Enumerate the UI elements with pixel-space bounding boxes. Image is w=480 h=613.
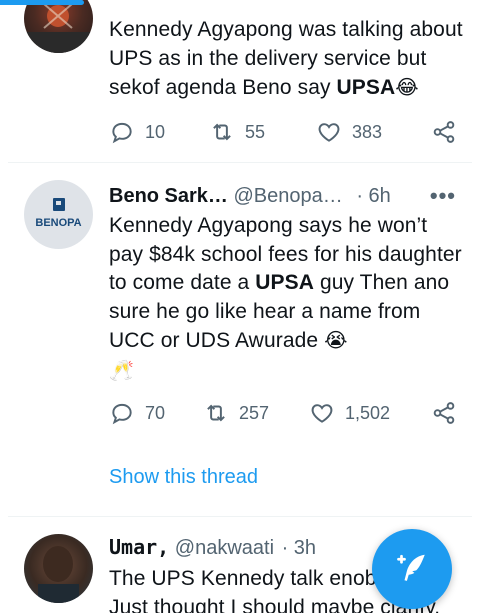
timestamp[interactable]: · 3h bbox=[282, 537, 316, 559]
timestamp[interactable]: · 6h bbox=[356, 185, 390, 207]
tweet-text: Kennedy Agyapong was talking about UPS a… bbox=[109, 18, 463, 99]
reply-icon bbox=[112, 403, 132, 425]
like-icon bbox=[318, 123, 340, 142]
compose-icon bbox=[397, 554, 425, 581]
compose-tweet-button[interactable] bbox=[372, 529, 452, 609]
share-button[interactable] bbox=[431, 398, 467, 428]
more-button[interactable]: ••• bbox=[430, 183, 456, 209]
retweet-icon bbox=[213, 123, 231, 141]
benopa-logo: BENOPA bbox=[35, 198, 82, 229]
tweet-header: Beno Sark… @Benopa… · 6h bbox=[109, 183, 465, 209]
avatar-image bbox=[38, 546, 79, 603]
avatar[interactable] bbox=[24, 0, 93, 53]
like-icon bbox=[311, 404, 333, 423]
like-count: 383 bbox=[352, 122, 383, 142]
retweet-button[interactable]: 257 bbox=[203, 398, 269, 428]
reply-button[interactable]: 70 bbox=[109, 398, 165, 428]
like-count: 1,502 bbox=[345, 403, 391, 423]
avatar[interactable] bbox=[24, 534, 93, 603]
display-name[interactable]: Beno Sark… bbox=[109, 185, 228, 207]
like-button[interactable]: 1,502 bbox=[309, 398, 390, 428]
retweet-count: 257 bbox=[239, 403, 270, 423]
reply-icon bbox=[112, 122, 132, 144]
avatar-image bbox=[24, 3, 93, 53]
user-handle[interactable]: @Benopa… bbox=[234, 185, 343, 207]
tweet-2[interactable]: BENOPA Beno Sark… @Benopa… · 6h ••• Kenn… bbox=[0, 163, 480, 516]
tweet-1[interactable]: Kennedy Agyapong was talking about UPS a… bbox=[0, 0, 480, 162]
display-name[interactable]: Umar, bbox=[109, 535, 169, 559]
svg-text:BENOPA: BENOPA bbox=[35, 217, 81, 229]
reply-count: 70 bbox=[145, 403, 166, 423]
retweet-count: 55 bbox=[245, 122, 266, 142]
retweet-button[interactable]: 55 bbox=[209, 117, 265, 147]
reply-button[interactable]: 10 bbox=[109, 117, 165, 147]
reply-count: 10 bbox=[145, 122, 166, 142]
show-thread-link[interactable]: Show this thread bbox=[109, 466, 258, 489]
tweet-text: Kennedy Agyapong says he won’t pay $84k … bbox=[109, 214, 462, 382]
share-icon bbox=[433, 121, 455, 143]
share-button[interactable] bbox=[431, 117, 467, 147]
avatar[interactable]: BENOPA bbox=[24, 180, 93, 249]
loading-progress-bar bbox=[0, 0, 84, 5]
user-handle[interactable]: @nakwaati bbox=[175, 537, 274, 559]
like-button[interactable]: 383 bbox=[316, 117, 382, 147]
more-icon: ••• bbox=[429, 183, 456, 208]
retweet-icon bbox=[207, 404, 225, 422]
share-icon bbox=[433, 402, 455, 424]
